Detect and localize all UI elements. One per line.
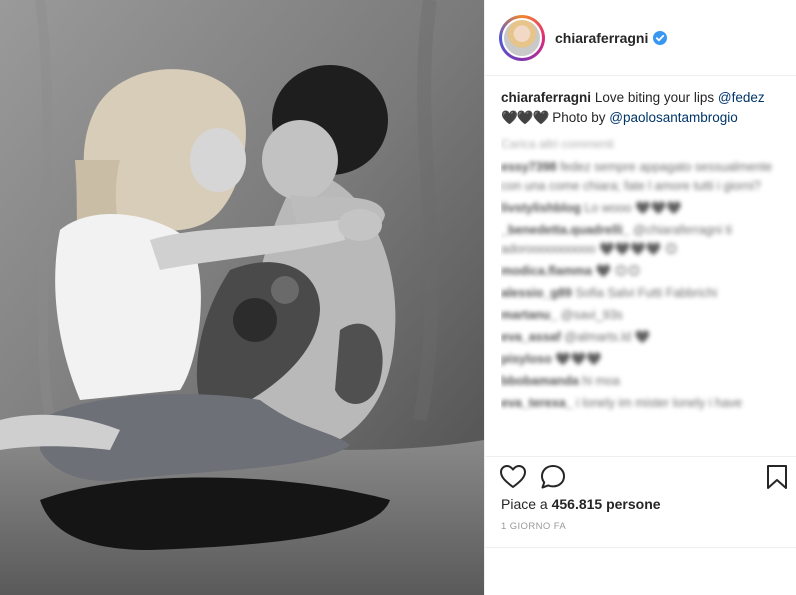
comment-text: Sofia Salvi Futti Fabbrichi — [575, 286, 718, 300]
caption-photo-by: Photo by — [552, 110, 606, 125]
comment-text: @almarts.ld 🖤 — [564, 330, 651, 344]
load-more-comments[interactable]: Carica altri commenti — [501, 134, 783, 154]
caption-hearts: 🖤🖤🖤 — [501, 110, 549, 125]
post-side-panel: chiaraferragni chiaraferragni Love bitin… — [484, 0, 796, 595]
caption-text: Love biting your lips — [594, 90, 715, 105]
avatar-image — [502, 17, 542, 58]
post-header: chiaraferragni — [485, 0, 796, 76]
comment-text: Lo wooo 🖤🖤🖤 — [584, 201, 682, 215]
profile-avatar[interactable] — [499, 14, 545, 61]
post-photo-illustration — [0, 0, 484, 595]
comment-username[interactable]: pisyloso — [501, 352, 552, 366]
comment-item: livstylishblog Lo wooo 🖤🖤🖤 — [501, 199, 783, 218]
heart-icon[interactable] — [499, 463, 527, 491]
comment-username[interactable]: _benedetta.quadrelli_ — [501, 223, 630, 237]
comments-list[interactable]: Carica altri commenti essy7398 fedez sem… — [501, 134, 783, 450]
comment-text: 🖤 😊😊 — [595, 264, 641, 278]
post-photo[interactable] — [0, 0, 484, 595]
caption-mention-fedez[interactable]: @fedez — [718, 90, 765, 105]
comment-username[interactable]: eva_terexa_ — [501, 396, 573, 410]
post-caption: chiaraferragni Love biting your lips @fe… — [501, 88, 783, 128]
comment-text: 🖤🖤🖤 — [555, 352, 602, 366]
likes-count[interactable]: Piace a 456.815 persone — [501, 496, 661, 512]
comment-username[interactable]: modica.flamma — [501, 264, 592, 278]
comment-item: eva_assaf @almarts.ld 🖤 — [501, 328, 783, 347]
comment-item: modica.flamma 🖤 😊😊 — [501, 262, 783, 281]
comment-item: bbobamanda hi moa — [501, 372, 783, 391]
comment-icon[interactable] — [539, 463, 567, 491]
likes-prefix: Piace a — [501, 496, 548, 512]
comment-username[interactable]: eva_assaf — [501, 330, 561, 344]
comment-item: essy7398 fedez sempre appagato sessualme… — [501, 158, 783, 196]
comment-username[interactable]: alessio_g89 — [501, 286, 572, 300]
comment-item: _benedetta.quadrelli_ @chiaraferragni ti… — [501, 221, 783, 259]
caption-username[interactable]: chiaraferragni — [501, 90, 591, 105]
comment-item: martanu_ @savi_93s — [501, 306, 783, 325]
comment-item: alessio_g89 Sofia Salvi Futti Fabbrichi — [501, 284, 783, 303]
verified-badge-icon — [653, 30, 668, 45]
comment-username[interactable]: livstylishblog — [501, 201, 581, 215]
comment-username[interactable]: martanu_ — [501, 308, 557, 322]
header-username[interactable]: chiaraferragni — [555, 30, 648, 46]
likes-suffix: persone — [606, 496, 661, 512]
likes-number: 456.815 — [551, 496, 603, 512]
comment-text: hi moa — [582, 374, 620, 388]
bookmark-icon[interactable] — [763, 463, 791, 491]
comment-username[interactable]: essy7398 — [501, 160, 557, 174]
post-actions-bar — [485, 456, 796, 496]
comment-username[interactable]: bbobamanda — [501, 374, 579, 388]
comment-item: pisyloso 🖤🖤🖤 — [501, 350, 783, 369]
caption-mention-photographer[interactable]: @paolosantambrogio — [609, 110, 738, 125]
comment-text: i lonely im mister lonely i have — [576, 396, 743, 410]
post-timestamp: 1 GIORNO FA — [501, 521, 567, 532]
add-comment-area — [485, 547, 796, 595]
comment-text: @savi_93s — [560, 308, 623, 322]
comment-item: eva_terexa_ i lonely im mister lonely i … — [501, 394, 783, 413]
